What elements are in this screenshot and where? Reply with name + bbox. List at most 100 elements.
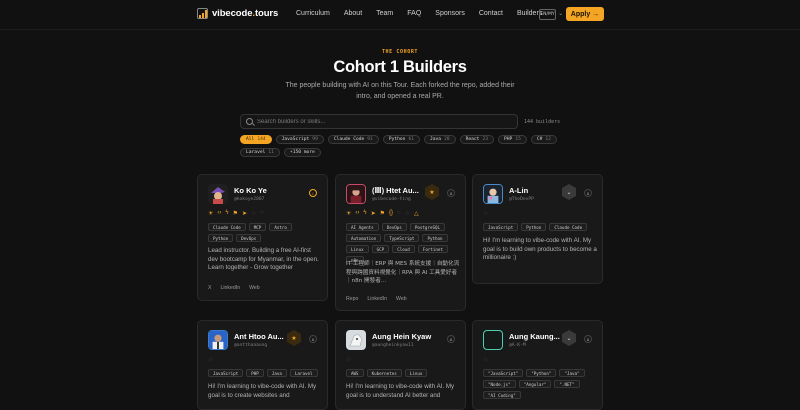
rank-icon[interactable]: 8	[584, 335, 592, 343]
filter-chip-more[interactable]: +150 more	[283, 148, 321, 157]
skill-tag[interactable]: MCP	[248, 223, 267, 231]
nav-item-faq[interactable]: FAQ	[407, 10, 421, 17]
filter-chip-count: 12	[545, 137, 551, 142]
filter-chip-label: PHP	[504, 137, 513, 142]
filter-chip-laravel[interactable]: Laravel 11	[240, 148, 280, 157]
skill-tag[interactable]: "JavaScript"	[483, 369, 524, 377]
builder-card[interactable]: Ko Ko Ye @kokoye2007 i ☀ ‹› ϟ ⚑ ➤ ☆ ○ Claude C…	[197, 174, 328, 301]
skill-tag[interactable]: Python	[422, 234, 448, 242]
filter-chip-all[interactable]: All 144	[240, 135, 272, 144]
skill-tag[interactable]: "Angular"	[518, 380, 552, 388]
repo-link[interactable]: Repo	[346, 296, 358, 302]
info-icon[interactable]: i	[309, 189, 317, 197]
skill-tag[interactable]: "Java"	[559, 369, 585, 377]
logo[interactable]: vibecode.tours	[197, 8, 278, 19]
search-input[interactable]	[257, 118, 507, 125]
filter-chip-count: 28	[444, 137, 450, 142]
skill-tag[interactable]: Kubernetes	[366, 369, 402, 377]
filter-chip-label: Laravel	[246, 150, 266, 155]
skill-tag[interactable]: PostgreSQL	[409, 223, 446, 231]
filter-chip-claude-code[interactable]: Claude Code 91	[327, 135, 379, 144]
skill-tag[interactable]: "Node.js"	[483, 380, 516, 388]
builder-bio: Lead instructor. Building a free AI-firs…	[208, 247, 319, 272]
skill-tag[interactable]: JavaScript	[208, 369, 244, 377]
skill-tag[interactable]: Python	[208, 234, 234, 242]
filter-chip-php[interactable]: PHP 15	[498, 135, 527, 144]
rank-icon[interactable]: 8	[447, 189, 455, 197]
nav-item-curriculum[interactable]: Curriculum	[296, 10, 330, 17]
builder-name[interactable]: Ant Htoo Au...	[234, 332, 294, 341]
filter-chip-javascript[interactable]: JavaScript 99	[275, 135, 324, 144]
builder-name[interactable]: Aung Kaung...	[509, 332, 569, 341]
skill-tag[interactable]: DevOps	[381, 223, 407, 231]
builder-name[interactable]: Aung Hein Kyaw	[372, 332, 452, 341]
builder-bio: Hi! I'm learning to vibe-code with AI. M…	[483, 237, 597, 262]
web-link[interactable]: Web	[249, 285, 260, 291]
skill-tag[interactable]: Fortinet	[417, 245, 448, 253]
skill-tag[interactable]: Automation	[346, 234, 382, 242]
flag-icon: ⚑	[232, 211, 238, 217]
rank-icon[interactable]: 8	[584, 189, 592, 197]
star-icon: ☆	[483, 211, 489, 217]
nav-item-about[interactable]: About	[344, 10, 362, 17]
nav-item-team[interactable]: Team	[376, 10, 393, 17]
builder-card[interactable]: Ant Htoo Au... @antthaaaung ★ 8 ☆ JavaSc…	[197, 320, 328, 410]
builder-card[interactable]: (Ⅲ) Htet Au... @vibecode-ting ★ 8 ☀ ‹› ϟ ➤ ⚑…	[335, 174, 466, 311]
linkedin-link[interactable]: LinkedIn	[220, 285, 240, 291]
skill-tag[interactable]: "AI Coding"	[483, 391, 521, 399]
builder-card[interactable]: Aung Hein Kyaw @aungheinkyaw11 8 ☆ AWS K…	[335, 320, 466, 410]
chevron-down-icon: ⌄	[558, 11, 564, 17]
code-icon: ‹›	[355, 210, 360, 216]
web-link[interactable]: Web	[396, 296, 407, 302]
skill-tag[interactable]: ".NET"	[554, 380, 580, 388]
skill-tag[interactable]: Cloud	[392, 245, 415, 253]
star-icon: ☆	[251, 211, 257, 217]
skill-tag[interactable]: PHP	[246, 369, 264, 377]
skill-tag[interactable]: Linux	[404, 369, 428, 377]
skill-tag[interactable]: DevOps	[236, 234, 262, 242]
logo-bars-icon	[197, 8, 208, 19]
rank-icon[interactable]: 8	[447, 335, 455, 343]
skill-icons: ☆	[483, 210, 488, 217]
skill-tag[interactable]: TypeScript	[384, 234, 420, 242]
builder-name[interactable]: (Ⅲ) Htet Au...	[372, 186, 432, 195]
builder-name[interactable]: A-Lin	[509, 186, 569, 195]
skill-icons: ☆	[483, 356, 488, 363]
code-icon: ‹›	[217, 210, 222, 216]
skill-tag[interactable]: Astro	[269, 223, 292, 231]
builder-name[interactable]: Ko Ko Ye	[234, 186, 294, 195]
builder-bio: IT 工程師｜ERP 與 MES 系統支援｜自動化流程與跨國資料視覺化｜RPA …	[346, 261, 460, 285]
skill-tag[interactable]: AWS	[346, 369, 364, 377]
nav-item-sponsors[interactable]: Sponsors	[435, 10, 465, 17]
filter-chip-react[interactable]: React 23	[459, 135, 494, 144]
filter-chip-count: 144	[257, 137, 266, 142]
builder-card[interactable]: A-Lin @TheDevPP ⌄ 8 ☆ JavaScript Python …	[472, 174, 603, 284]
skill-tag[interactable]: "Python"	[526, 369, 557, 377]
star-icon: ☆	[404, 211, 411, 217]
skill-tag[interactable]: AI Agents	[346, 223, 379, 231]
circle-icon: ○	[397, 210, 401, 216]
rank-icon[interactable]: 8	[309, 335, 317, 343]
filter-chip-java[interactable]: Java 28	[423, 135, 456, 144]
filter-chip-csharp[interactable]: C# 12	[530, 135, 557, 144]
avatar	[208, 184, 228, 204]
linkedin-link[interactable]: LinkedIn	[367, 296, 387, 302]
x-link[interactable]: X	[208, 285, 211, 291]
apply-button[interactable]: Apply →	[566, 7, 604, 21]
skill-tag[interactable]: Laravel	[289, 369, 318, 377]
skill-tags: Claude Code MCP Astro Python DevOps	[208, 223, 320, 242]
skill-tag[interactable]: GCP	[371, 245, 390, 253]
skill-tag[interactable]: Python	[521, 223, 547, 231]
skill-tag[interactable]: Claude Code	[208, 223, 246, 231]
builder-card[interactable]: Aung Kaung... @A-K-M ⌄ 8 ☆ "JavaScript" …	[472, 320, 603, 410]
skill-tag[interactable]: Java	[266, 369, 287, 377]
skill-icons: ☆	[208, 356, 213, 363]
social-links: Repo LinkedIn Web	[346, 296, 407, 302]
filter-chip-python[interactable]: Python 61	[382, 135, 420, 144]
language-toggle[interactable]: EN/MY	[539, 9, 556, 20]
skill-tag[interactable]: Claude Code	[549, 223, 588, 231]
skill-icons: ☀ ‹› ϟ ⚑ ➤ ☆ ○	[208, 210, 264, 217]
nav-item-contact[interactable]: Contact	[479, 10, 503, 17]
skill-tag[interactable]: JavaScript	[483, 223, 519, 231]
skill-tag[interactable]: Linux	[346, 245, 369, 253]
